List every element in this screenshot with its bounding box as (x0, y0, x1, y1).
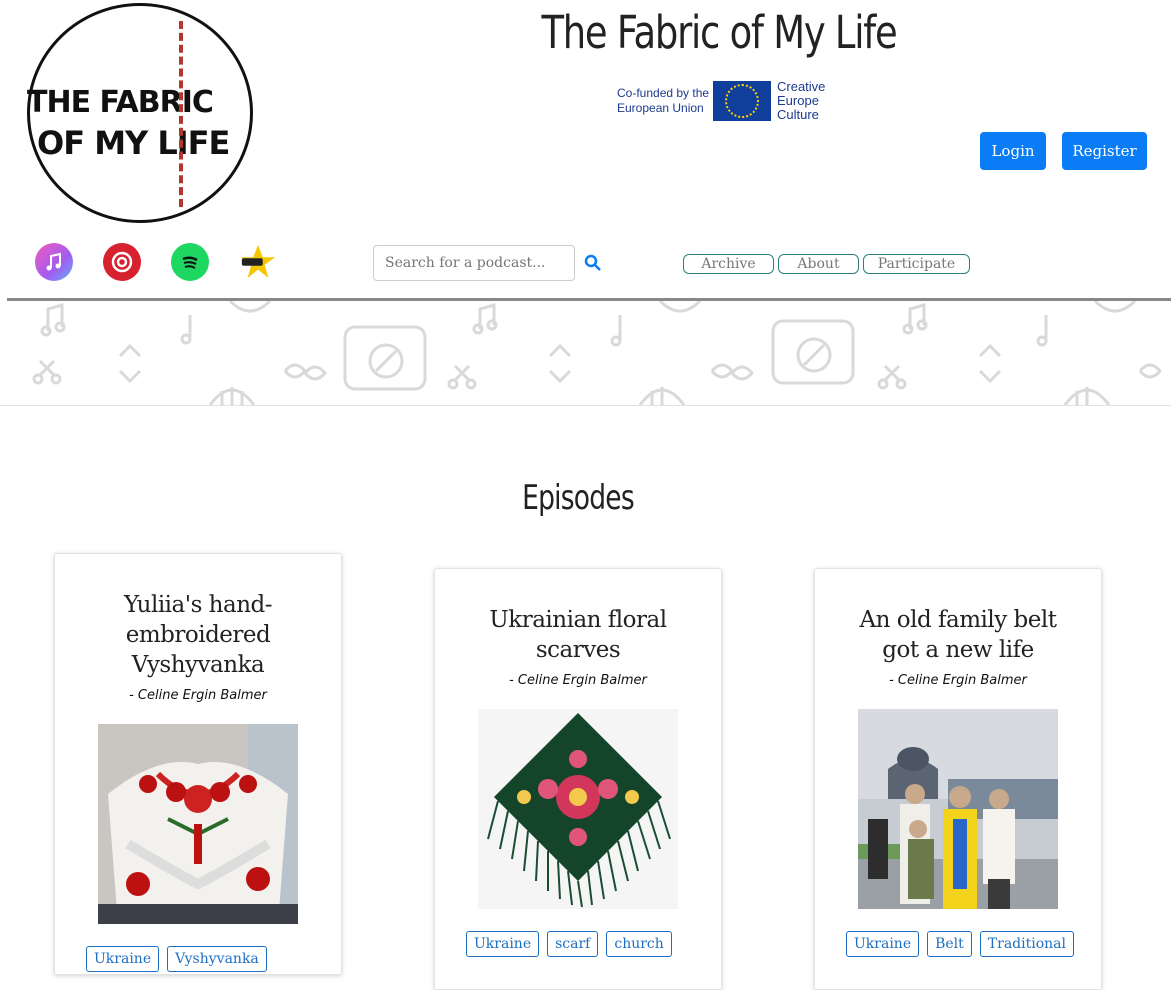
floral-scarf-image[interactable] (478, 709, 678, 909)
search-input[interactable] (373, 245, 575, 281)
nav-link-archive[interactable]: Archive (683, 254, 774, 274)
episode-author: - Celine Ergin Balmer (509, 673, 647, 688)
episode-card[interactable]: Yuliia's hand-embroidered Vyshyvanka - C… (54, 553, 342, 975)
login-button[interactable]: Login (980, 132, 1046, 170)
episode-card[interactable]: Ukrainian floral scarves - Celine Ergin … (434, 568, 722, 990)
tag[interactable]: Ukraine (466, 931, 540, 957)
episode-title[interactable]: An old family belt got a new life (815, 605, 1101, 665)
logo-text: THE FABRIC OF MY LIFE (27, 83, 257, 163)
eu-cofunding-badge: Co-funded by the European Union Creative… (617, 80, 833, 122)
site-logo[interactable]: THE FABRIC OF MY LIFE (27, 3, 253, 223)
register-button[interactable]: Register (1062, 132, 1147, 170)
apple-podcasts-icon[interactable] (35, 243, 73, 281)
episode-title[interactable]: Yuliia's hand-embroidered Vyshyvanka (55, 590, 341, 680)
embroidered-blouse-image[interactable] (98, 724, 298, 924)
episode-title[interactable]: Ukrainian floral scarves (435, 605, 721, 665)
episode-card[interactable]: An old family belt got a new life - Celi… (814, 568, 1102, 990)
logo-line-1: THE FABRIC (27, 85, 214, 120)
castbox-icon[interactable] (103, 243, 141, 281)
episode-tags: Ukraine scarf church (466, 931, 672, 957)
nav-link-participate[interactable]: Participate (863, 254, 970, 274)
nav-link-about[interactable]: About (778, 254, 859, 274)
tag[interactable]: Traditional (979, 931, 1074, 957)
tag[interactable]: scarf (547, 931, 599, 957)
search-icon[interactable] (584, 254, 602, 272)
episodes-heading: Episodes (522, 478, 635, 518)
tag[interactable]: Belt (927, 931, 972, 957)
tag[interactable]: church (606, 931, 672, 957)
family-photo-image[interactable] (858, 709, 1058, 909)
decorative-pattern-band (0, 301, 1171, 406)
episode-author: - Celine Ergin Balmer (889, 673, 1027, 688)
logo-line-2: OF MY LIFE (37, 124, 230, 162)
creative-europe-text: Creative Europe Culture (777, 79, 826, 122)
tag[interactable]: Ukraine (846, 931, 920, 957)
logo-stitch-line (179, 21, 183, 207)
episode-author: - Celine Ergin Balmer (129, 688, 267, 703)
episode-tags: Ukraine Vyshyvanka (86, 946, 267, 972)
spotify-icon[interactable] (171, 243, 209, 281)
tag[interactable]: Vyshyvanka (167, 946, 267, 972)
pattern-icons (32, 301, 1162, 405)
tag[interactable]: Ukraine (86, 946, 160, 972)
site-title: The Fabric of My Life (541, 6, 897, 59)
eu-cofunded-text: Co-funded by the European Union (617, 86, 710, 115)
eu-flag-icon (713, 81, 771, 121)
episode-tags: Ukraine Belt Traditional (846, 931, 1074, 957)
podcast-star-icon[interactable] (239, 243, 277, 281)
